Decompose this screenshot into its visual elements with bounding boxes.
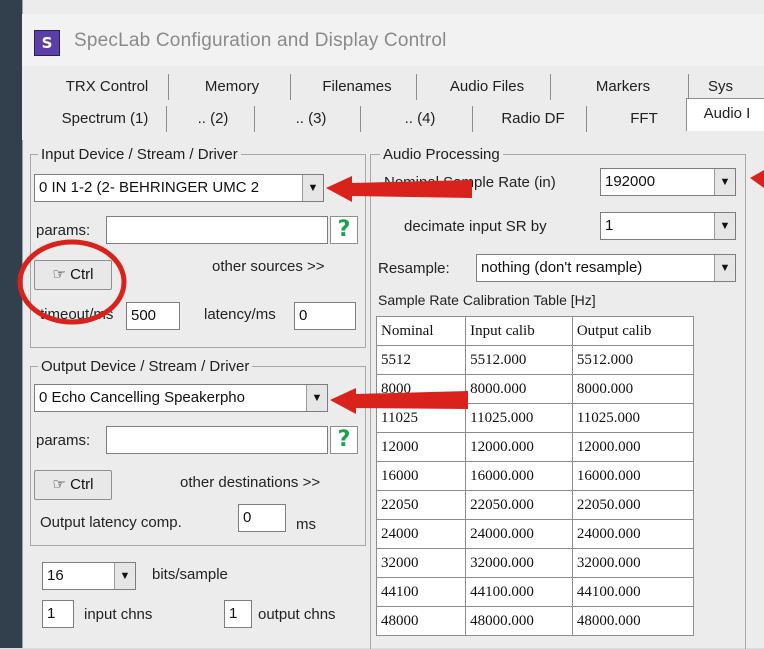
red-circle-annotation bbox=[17, 239, 127, 325]
red-arrow-annotation bbox=[326, 176, 472, 202]
red-arrow-annotation bbox=[750, 170, 764, 188]
red-arrow-annotation bbox=[330, 388, 468, 414]
annotation-overlay bbox=[17, 170, 764, 414]
